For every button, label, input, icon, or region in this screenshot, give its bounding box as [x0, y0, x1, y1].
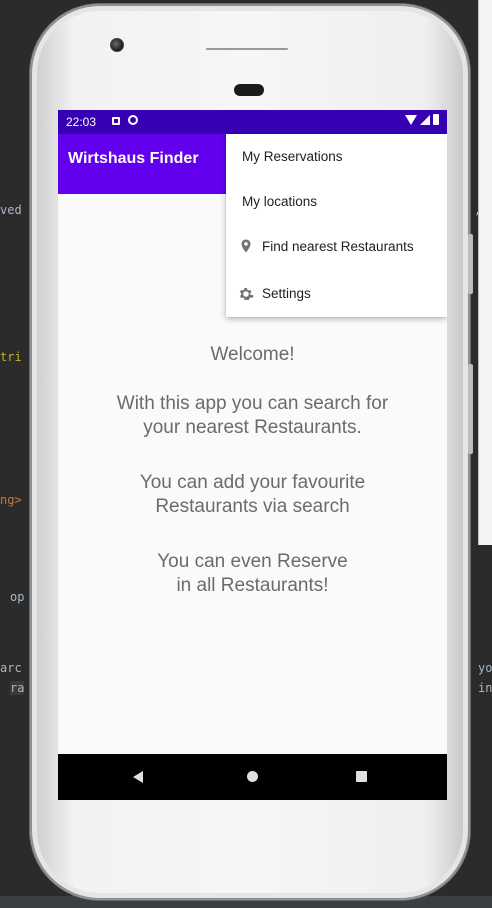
sync-icon	[128, 115, 138, 125]
code-fragment: yo	[478, 661, 492, 675]
signal-icon	[420, 114, 430, 125]
menu-item-label: My Reservations	[242, 149, 343, 164]
volume-button[interactable]	[468, 234, 473, 294]
phone-frame: 22:03 Wirtshaus Finder Welcome! With thi…	[30, 4, 473, 900]
text-line: You can add your favourite	[139, 472, 366, 493]
code-fragment: ra	[10, 681, 25, 695]
app-title: Wirtshaus Finder	[68, 150, 199, 167]
overflow-menu: My Reservations My locations Find neares…	[226, 134, 447, 317]
home-icon[interactable]	[247, 771, 258, 782]
status-bar: 22:03	[58, 110, 447, 134]
recent-apps-icon[interactable]	[356, 771, 367, 782]
battery-icon	[433, 114, 439, 125]
status-time: 22:03	[66, 115, 97, 129]
earpiece	[234, 84, 264, 96]
back-icon[interactable]	[133, 771, 143, 783]
code-fragment: op	[10, 590, 25, 604]
welcome-heading: Welcome!	[210, 344, 295, 365]
speaker-grille	[206, 48, 288, 50]
status-indicators	[405, 114, 439, 125]
reserve-paragraph: You can even Reserve in all Restaurants!	[58, 550, 447, 598]
menu-item-label: Find nearest Restaurants	[262, 239, 414, 254]
power-button[interactable]	[468, 364, 473, 454]
notification-icon	[112, 117, 120, 125]
code-fragment: in	[478, 681, 492, 695]
intro-paragraph: With this app you can search for your ne…	[58, 392, 447, 440]
front-camera-icon	[110, 38, 124, 52]
favourites-paragraph: You can add your favourite Restaurants v…	[58, 471, 447, 519]
gear-icon	[239, 288, 254, 300]
text-line: You can even Reserve	[157, 551, 348, 572]
text-line: With this app you can search for	[116, 393, 389, 414]
code-fragment: tri	[0, 350, 22, 364]
menu-item-settings[interactable]: Settings	[226, 271, 447, 316]
wifi-icon	[405, 114, 417, 125]
menu-item-my-locations[interactable]: My locations	[226, 179, 447, 224]
menu-item-label: Settings	[262, 286, 311, 301]
navigation-bar	[58, 754, 447, 800]
menu-item-find-nearest[interactable]: Find nearest Restaurants	[226, 224, 447, 269]
code-fragment: ng>	[0, 493, 22, 507]
code-fragment: arc	[0, 661, 22, 675]
device-screen: 22:03 Wirtshaus Finder Welcome! With thi…	[58, 110, 447, 800]
menu-item-label: My locations	[242, 194, 318, 209]
menu-item-my-reservations[interactable]: My Reservations	[226, 134, 447, 179]
code-fragment: ved	[0, 203, 22, 217]
code-fragment: ,	[474, 203, 482, 217]
text-line: your nearest Restaurants.	[143, 417, 362, 438]
location-pin-icon	[241, 239, 251, 253]
ide-side-panel	[478, 0, 492, 545]
text-line: Restaurants via search	[155, 496, 350, 517]
text-line: in all Restaurants!	[176, 575, 329, 596]
